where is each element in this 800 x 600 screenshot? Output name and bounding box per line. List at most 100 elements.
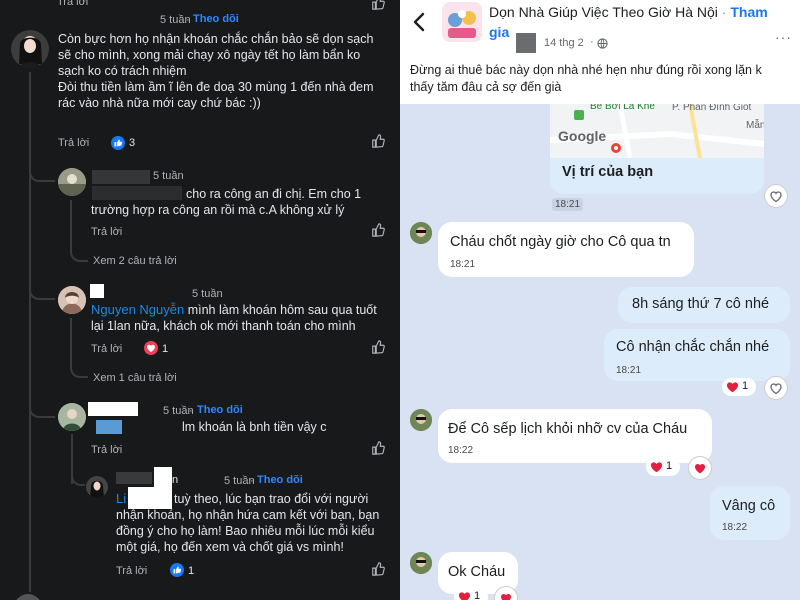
message-time: 18:21 — [616, 365, 642, 376]
thread-line — [29, 72, 31, 592]
love-reaction-icon — [144, 341, 158, 355]
group-avatar[interactable] — [442, 2, 482, 42]
like-icon[interactable] — [371, 134, 385, 148]
thread-connector — [71, 468, 85, 486]
chat-panel: Dọn Nhà Giúp Việc Theo Giờ Hà Nội · Tham… — [400, 0, 800, 600]
group-header: Dọn Nhà Giúp Việc Theo Giờ Hà Nội · Tham… — [400, 0, 800, 56]
follow-button[interactable]: Theo dõi — [193, 13, 239, 25]
comments-panel: Trả lời 5 tuần · Theo dõi Còn bực hơn họ… — [0, 0, 400, 600]
message-time: 18:21 — [450, 259, 476, 270]
heart-react-button[interactable] — [764, 184, 788, 208]
message-bubble[interactable]: Cô nhận chắc chắn nhé 18:21 — [604, 329, 790, 381]
avatar[interactable] — [11, 30, 49, 68]
reply-link[interactable]: Trả lời — [91, 444, 122, 456]
love-count: 1 — [162, 343, 169, 355]
dot-separator: · — [189, 405, 193, 417]
avatar[interactable] — [58, 168, 86, 196]
map-label: Bể Bơi La Khê — [590, 104, 655, 112]
post-line: thấy tăm đâu cả sợ đến già — [410, 80, 562, 94]
reply-link[interactable]: Trả lời — [116, 565, 147, 577]
comment-line: sẽ cho mình, xong mải chạy xô ngày tết h… — [58, 48, 361, 62]
comment-text: Còn bực hơn họ nhận khoán chắc chắn bảo … — [58, 31, 393, 111]
see-replies-link[interactable]: Xem 2 câu trả lời — [93, 255, 177, 267]
redacted-name — [96, 420, 122, 434]
map-label: P. Phan Đình Giót — [672, 104, 752, 113]
heart-react-button[interactable] — [688, 456, 712, 480]
map-label: Mẫn — [746, 120, 764, 131]
reaction-chip[interactable]: 1 — [722, 378, 756, 396]
message-bubble[interactable]: Để Cô sếp lịch khỏi nhỡ cv của Cháu 18:2… — [438, 409, 712, 463]
message-bubble[interactable]: Vâng cô 18:22 — [710, 486, 790, 540]
mention-name[interactable]: Nguyen Nguyễn — [91, 302, 184, 317]
back-arrow-icon[interactable] — [412, 12, 426, 32]
mention-name[interactable]: Li — [116, 491, 126, 506]
comment-time: 5 tuần — [153, 170, 184, 182]
redacted-avatar — [516, 33, 536, 53]
like-reaction-icon — [111, 136, 125, 150]
comment-text: lại 1lan nữa, khách ok mới thanh toán ch… — [91, 319, 356, 333]
heart-react-button[interactable] — [494, 586, 518, 600]
like-icon[interactable] — [371, 562, 385, 576]
more-options-icon[interactable]: ··· — [775, 29, 792, 45]
redacted-name — [122, 420, 180, 434]
like-icon[interactable] — [371, 441, 385, 455]
like-icon[interactable] — [371, 340, 385, 354]
reaction-count: 1 — [474, 590, 481, 600]
message-text: Cô nhận chắc chắn nhé — [616, 339, 770, 355]
message-text: 8h sáng thứ 7 cô nhé — [632, 296, 770, 312]
reaction-count: 1 — [742, 380, 749, 392]
comment-text: nhận khoán, họ nhận hứa cam kết với bạn,… — [116, 508, 380, 522]
message-bubble[interactable]: Cháu chốt ngày giờ cho Cô qua tn 18:21 — [438, 222, 694, 277]
reply-link[interactable]: Trả lời — [91, 226, 122, 238]
redacted-name — [90, 284, 104, 298]
avatar[interactable] — [14, 594, 42, 600]
redacted-name — [128, 487, 172, 509]
message-time: 18:22 — [448, 445, 474, 456]
sender-avatar[interactable] — [410, 222, 432, 244]
comment-text: Nguyen Nguyễn mình làm khoán hôm sau qua… — [91, 302, 377, 318]
thread-connector — [29, 398, 55, 418]
post-date: 14 thg 2 — [544, 37, 584, 49]
avatar[interactable] — [58, 403, 86, 431]
location-card[interactable]: Bể Bơi La Khê P. Phan Đình Giót Mẫn Goog… — [550, 104, 764, 194]
follow-button[interactable]: Theo dõi — [257, 474, 303, 486]
message-text: Vâng cô — [722, 498, 776, 514]
message-time: 18:21 — [552, 198, 584, 211]
like-icon[interactable] — [371, 0, 385, 10]
reply-link[interactable]: Trả lời — [58, 137, 89, 149]
dot-separator: · — [590, 36, 594, 48]
thread-connector — [70, 200, 88, 262]
like-count: 1 — [188, 565, 195, 577]
comment-line: Đòi thu tiền làm ầm ĩ lên đe doạ 30 mùng… — [58, 80, 374, 94]
redacted-name — [92, 170, 150, 184]
comment-text: lm khoán là bnh tiền vậy c — [182, 420, 327, 434]
reply-link[interactable]: Trả lời — [91, 343, 122, 355]
like-reaction-icon — [170, 563, 184, 577]
sender-avatar[interactable] — [410, 409, 432, 431]
dot-separator: · — [250, 475, 254, 487]
comment-line: Còn bực hơn họ nhận khoán chắc chắn bảo … — [58, 32, 374, 46]
reaction-chip[interactable]: 1 — [454, 588, 488, 600]
follow-button[interactable]: Theo dõi — [197, 404, 243, 416]
comment-text: trường hợp ra công an rồi mà c.A không x… — [91, 203, 345, 217]
comment-time: 5 tuần — [192, 288, 223, 300]
redacted-name — [116, 472, 152, 484]
map-thumbnail[interactable]: Bể Bơi La Khê P. Phan Đình Giót Mẫn Goog… — [550, 104, 764, 159]
sender-avatar[interactable] — [410, 552, 432, 574]
redacted-name — [88, 402, 138, 416]
thread-connector — [29, 160, 55, 182]
reply-link[interactable]: Trả lời — [57, 0, 88, 8]
message-bubble[interactable]: 8h sáng thứ 7 cô nhé — [618, 287, 790, 323]
reaction-count: 1 — [666, 460, 673, 472]
globe-icon — [597, 38, 608, 49]
like-icon[interactable] — [371, 223, 385, 237]
avatar[interactable] — [58, 286, 86, 314]
comment-text: tuỳ theo, lúc bạn trao đổi với người — [174, 492, 369, 506]
reaction-chip[interactable]: 1 — [646, 458, 680, 476]
group-name[interactable]: Dọn Nhà Giúp Việc Theo Giờ Hà Nội — [489, 4, 718, 20]
avatar[interactable] — [86, 476, 108, 498]
redacted-name — [58, 14, 154, 30]
see-replies-link[interactable]: Xem 1 câu trả lời — [93, 372, 177, 384]
redacted-name — [154, 467, 172, 487]
heart-react-button[interactable] — [764, 376, 788, 400]
